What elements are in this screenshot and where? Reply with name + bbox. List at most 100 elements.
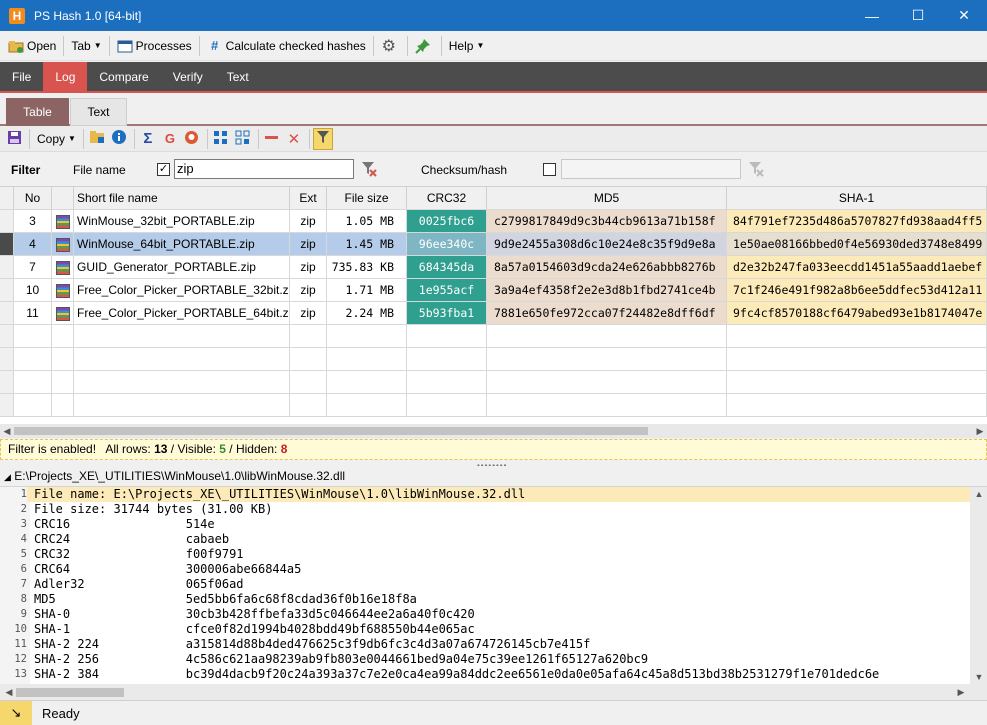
line-text: Adler32 065f06ad	[34, 577, 244, 591]
checksum-label: Checksum/hash	[421, 162, 508, 177]
text-line: 3 CRC16 514e	[0, 517, 970, 532]
line-text: MD5 5ed5bb6fa6c68f8cdad36f0b16e18f8a	[34, 592, 417, 606]
line-number: 11	[14, 638, 27, 650]
header-crc32[interactable]: CRC32	[407, 187, 487, 210]
header-indicator	[0, 187, 14, 210]
toolbar-separator	[372, 35, 374, 56]
table-row[interactable]: 7 GUID_Generator_PORTABLE.zip zip 735.83…	[0, 256, 987, 279]
line-text: File name: E:\Projects_XE\_UTILITIES\Win…	[34, 487, 526, 501]
row-file-name: GUID_Generator_PORTABLE.zip	[74, 256, 290, 279]
pin-button[interactable]	[411, 34, 438, 58]
hidden-count: 8	[280, 442, 288, 456]
main-toolbar: Open Tab ▼ Processes # Calculate checked…	[0, 31, 987, 61]
tab-compare[interactable]: Compare	[87, 62, 160, 91]
text-horizontal-scrollbar[interactable]: ◀ ▶	[0, 684, 987, 700]
text-line: 2 File size: 31744 bytes (31.00 KB)	[0, 502, 970, 517]
clear-filter-icon[interactable]	[361, 161, 377, 180]
row-no: 10	[14, 279, 52, 302]
header-file-size[interactable]: File size	[327, 187, 407, 210]
table-row-selected[interactable]: 4 WinMouse_64bit_PORTABLE.zip zip 1.45 M…	[0, 233, 987, 256]
google-search-button[interactable]: G	[160, 128, 180, 150]
toolbar-separator	[440, 35, 442, 56]
close-button[interactable]: ✕	[941, 0, 987, 31]
collapse-arrow-icon[interactable]: ◢	[4, 472, 11, 482]
row-crc32: 96ee340c	[407, 233, 487, 256]
row-file-name: WinMouse_64bit_PORTABLE.zip	[74, 233, 290, 256]
calculate-hashes-button[interactable]: # Calculate checked hashes	[203, 34, 370, 58]
text-line: 11 SHA-2 224 a315814d88b4ded476625c3f9db6…	[0, 637, 970, 652]
filter-toggle-button[interactable]	[312, 127, 333, 150]
processes-button[interactable]: Processes	[113, 34, 196, 58]
grid-view-button[interactable]	[211, 128, 231, 150]
header-ext[interactable]: Ext	[290, 187, 327, 210]
subtab-table[interactable]: Table	[6, 98, 69, 126]
file-name-filter-input[interactable]: zip	[174, 159, 354, 179]
checksum-checkbox[interactable]	[543, 163, 556, 176]
checksum-filter-input[interactable]	[561, 159, 741, 179]
scroll-left-icon[interactable]: ◀	[2, 685, 16, 699]
visible-count: 5	[219, 442, 226, 456]
subtab-text[interactable]: Text	[70, 98, 127, 126]
close-icon: ✕	[287, 130, 301, 148]
table-horizontal-scrollbar[interactable]: ◀ ▶	[0, 424, 987, 438]
tab-text[interactable]: Text	[215, 62, 261, 91]
minimize-button[interactable]: —	[849, 0, 895, 31]
line-number: 5	[20, 548, 27, 560]
line-text: SHA-0 30cb3b428ffbefa33d5c046644ee2a6a40…	[34, 607, 475, 621]
copy-menu-button[interactable]: Copy ▼	[33, 127, 80, 151]
toolbar-separator	[406, 35, 408, 56]
duckduckgo-search-button[interactable]	[182, 128, 202, 150]
main-tabs: File Log Compare Verify Text	[0, 62, 987, 93]
table-row[interactable]: 3 WinMouse_32bit_PORTABLE.zip zip 1.05 M…	[0, 210, 987, 233]
table-row[interactable]: 10 Free_Color_Picker_PORTABLE_32bit.zip …	[0, 279, 987, 302]
save-button[interactable]	[4, 128, 24, 150]
info-button[interactable]	[109, 128, 129, 150]
clear-checksum-filter-icon[interactable]	[748, 161, 764, 180]
file-name-checkbox[interactable]: ✓	[157, 163, 170, 176]
line-number: 13	[14, 668, 27, 680]
text-line: 1 File name: E:\Projects_XE\_UTILITIES\Wi…	[0, 487, 970, 502]
text-vertical-scrollbar[interactable]: ▲ ▼	[970, 487, 987, 684]
row-indicator	[0, 233, 14, 256]
scroll-down-icon[interactable]: ▼	[972, 670, 986, 684]
remove-button[interactable]	[262, 128, 282, 150]
delete-button[interactable]: ✕	[284, 128, 304, 150]
tab-log[interactable]: Log	[43, 62, 88, 91]
scroll-up-icon[interactable]: ▲	[972, 487, 986, 501]
grid-columns-button[interactable]	[233, 128, 253, 150]
scroll-right-icon[interactable]: ▶	[973, 424, 987, 438]
status-text: Ready	[42, 705, 80, 721]
row-md5: 3a9a4ef4358f2e2e3d8b1fbd2741ce4b	[487, 279, 727, 302]
hash-text-viewer[interactable]: 1 File name: E:\Projects_XE\_UTILITIES\Wi…	[0, 487, 987, 684]
settings-button[interactable]: ⚙	[377, 34, 404, 58]
tab-file[interactable]: File	[0, 62, 43, 91]
text-line: 12 SHA-2 256 4c586c621aa98239ab9fb803e004…	[0, 652, 970, 667]
sum-button[interactable]: Σ	[138, 128, 158, 150]
line-number: 10	[14, 623, 27, 635]
scroll-right-icon[interactable]: ▶	[954, 685, 968, 699]
header-sha1[interactable]: SHA-1	[727, 187, 987, 210]
folder-icon	[89, 130, 105, 147]
header-md5[interactable]: MD5	[487, 187, 727, 210]
tab-menu-button[interactable]: Tab ▼	[67, 34, 105, 58]
scroll-thumb[interactable]	[14, 427, 648, 435]
save-icon	[7, 130, 22, 148]
row-crc32: 684345da	[407, 256, 487, 279]
toolbar-separator	[198, 35, 200, 56]
tab-verify[interactable]: Verify	[161, 62, 215, 91]
table-row[interactable]: 11 Free_Color_Picker_PORTABLE_64bit.zip …	[0, 302, 987, 325]
header-no[interactable]: No	[14, 187, 52, 210]
all-rows-label: All rows:	[105, 442, 151, 456]
maximize-button[interactable]: ☐	[895, 0, 941, 31]
line-text: SHA-2 384 bc39d4dacb9f20c24a393a37c7e2e0…	[34, 667, 880, 681]
header-short-file-name[interactable]: Short file name	[74, 187, 290, 210]
scroll-thumb[interactable]	[16, 688, 124, 697]
open-label: Open	[27, 38, 57, 53]
scroll-left-icon[interactable]: ◀	[0, 424, 14, 438]
open-button[interactable]: Open	[4, 34, 60, 58]
row-indicator	[0, 256, 14, 279]
open-folder-button[interactable]	[87, 128, 107, 150]
line-number: 12	[14, 653, 27, 665]
line-number: 7	[20, 578, 27, 590]
help-menu-button[interactable]: Help ▼	[445, 34, 489, 58]
